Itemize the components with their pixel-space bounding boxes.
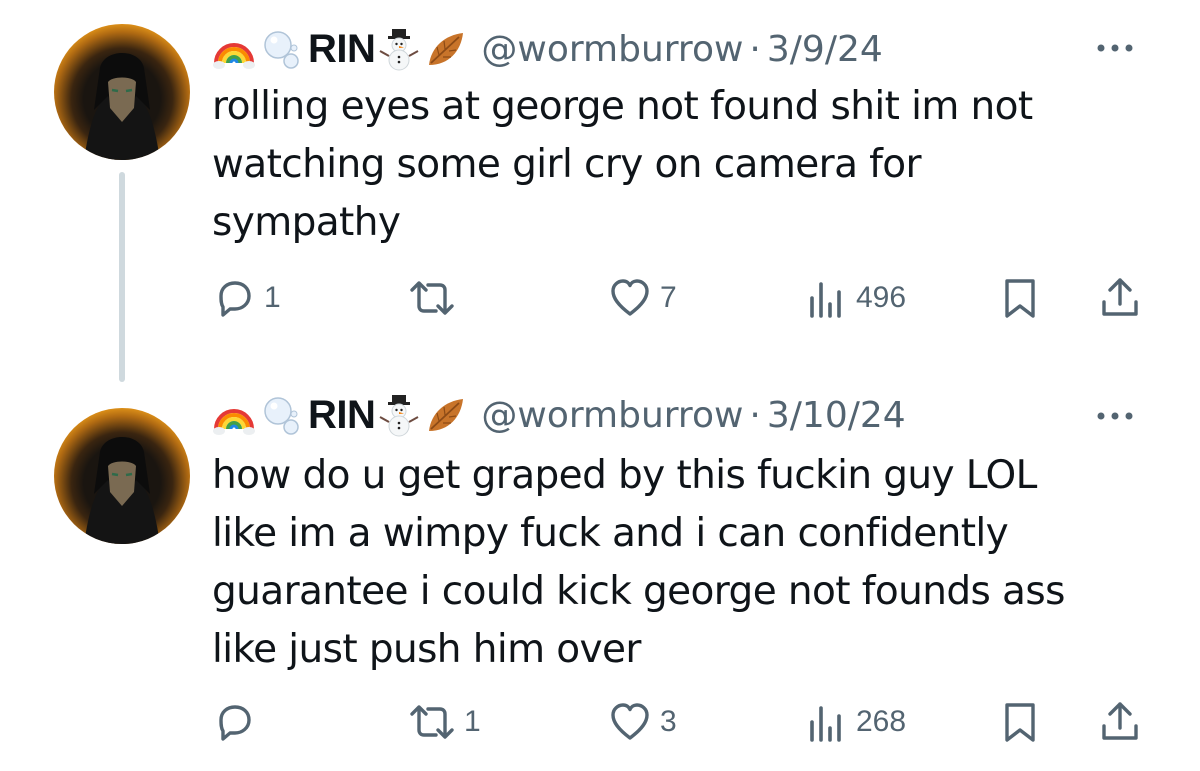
bookmark-icon <box>1005 279 1035 318</box>
like-count: 7 <box>660 281 677 314</box>
reply-count: 1 <box>264 281 281 314</box>
share-icon <box>1102 702 1138 740</box>
like-icon <box>611 279 649 316</box>
retweet-count: 1 <box>464 705 481 738</box>
display-name[interactable]: RIN <box>308 393 376 438</box>
share-icon <box>1102 278 1138 316</box>
like-count: 3 <box>660 705 677 738</box>
retweet-button[interactable]: 1 <box>408 697 481 747</box>
avatar-image <box>84 53 160 160</box>
snowman-emoji-icon <box>377 27 421 71</box>
avatar[interactable] <box>54 408 190 544</box>
more-options-button[interactable] <box>1092 25 1138 71</box>
rainbow-emoji-icon <box>212 393 256 437</box>
tweet-actions: 1 3 268 <box>212 697 1152 747</box>
separator-dot: · <box>749 394 761 436</box>
retweet-button[interactable] <box>408 273 464 323</box>
snowman-emoji-icon <box>377 393 421 437</box>
tweet[interactable]: RIN @wormburrow · 3/9/24 rolling eyes at… <box>0 0 1200 385</box>
views-button[interactable]: 268 <box>804 697 906 747</box>
reply-button[interactable]: 1 <box>212 273 281 323</box>
like-button[interactable]: 3 <box>608 697 677 747</box>
avatar[interactable] <box>54 24 190 160</box>
more-icon <box>1097 44 1133 52</box>
tweet-date[interactable]: 3/9/24 <box>767 29 883 70</box>
username-handle[interactable]: @wormburrow <box>481 29 743 70</box>
tweet-header: RIN @wormburrow · 3/9/24 <box>212 21 1140 77</box>
views-icon <box>810 282 841 318</box>
avatar-image <box>84 437 160 544</box>
fallen-leaf-emoji-icon <box>423 27 467 71</box>
tweet[interactable]: RIN @wormburrow · 3/10/24 how do u get g… <box>0 385 1200 771</box>
share-button[interactable] <box>1098 697 1142 747</box>
bubbles-emoji-icon <box>258 27 302 71</box>
more-options-button[interactable] <box>1092 393 1138 439</box>
display-name[interactable]: RIN <box>308 27 376 72</box>
more-icon <box>1097 412 1133 420</box>
tweet-date[interactable]: 3/10/24 <box>767 395 906 436</box>
views-button[interactable]: 496 <box>804 273 906 323</box>
retweet-icon <box>410 281 454 315</box>
rainbow-emoji-icon <box>212 27 256 71</box>
bookmark-button[interactable] <box>998 273 1042 323</box>
views-icon <box>810 706 841 742</box>
view-count: 496 <box>856 281 907 314</box>
bookmark-icon <box>1005 703 1035 742</box>
tweet-actions: 1 7 496 <box>212 273 1152 323</box>
thread-connector-line <box>119 172 125 382</box>
tweet-text: how do u get graped by this fuckin guy L… <box>212 453 1065 672</box>
reply-button[interactable] <box>212 697 264 747</box>
reply-icon <box>219 705 251 741</box>
tweet-text: rolling eyes at george not found shit im… <box>212 84 1033 245</box>
bubbles-emoji-icon <box>258 393 302 437</box>
username-handle[interactable]: @wormburrow <box>481 395 743 436</box>
view-count: 268 <box>856 705 907 738</box>
separator-dot: · <box>749 28 761 70</box>
share-button[interactable] <box>1098 273 1142 323</box>
bookmark-button[interactable] <box>998 697 1042 747</box>
retweet-icon <box>410 705 454 739</box>
like-icon <box>611 703 649 740</box>
like-button[interactable]: 7 <box>608 273 677 323</box>
tweet-header: RIN @wormburrow · 3/10/24 <box>212 387 1140 443</box>
reply-icon <box>219 281 251 317</box>
fallen-leaf-emoji-icon <box>423 393 467 437</box>
